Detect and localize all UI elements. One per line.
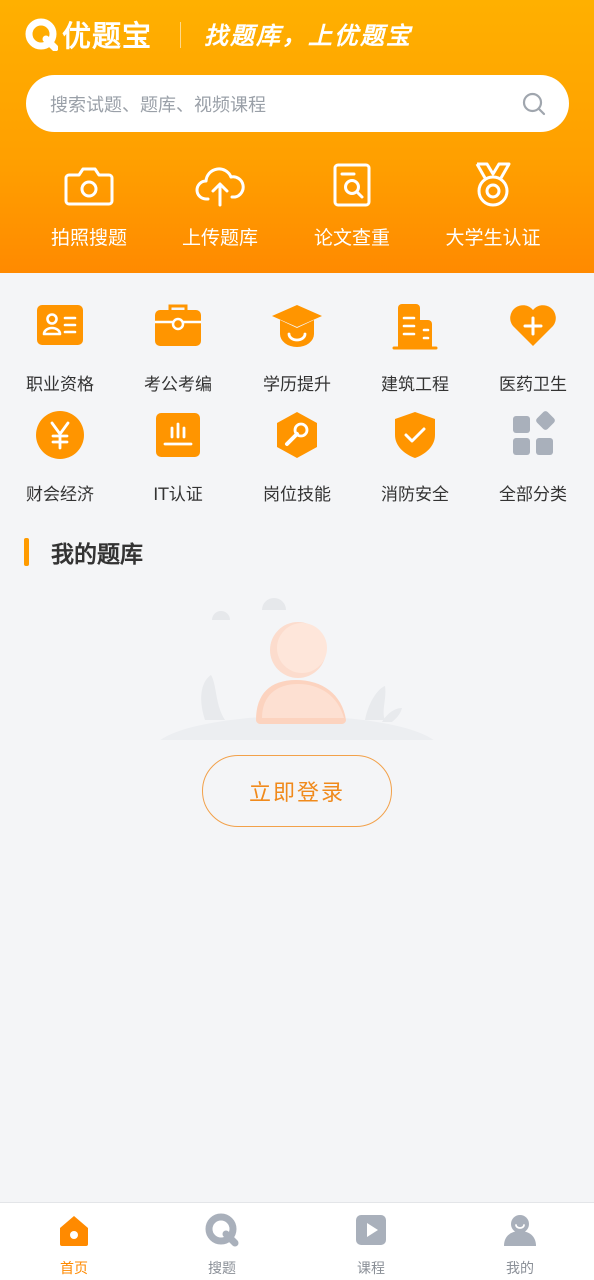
section-title: 我的题库 — [51, 542, 143, 568]
category-label: 消防安全 — [381, 485, 449, 505]
my-bank-header: 我的题库 — [24, 536, 143, 568]
action-label: 上传题库 — [181, 227, 258, 249]
grid-icon — [513, 411, 555, 455]
home-icon — [60, 1216, 88, 1246]
action-photo-search[interactable]: 拍照搜题 — [24, 155, 154, 250]
briefcase-icon — [155, 304, 201, 346]
action-student-verify[interactable]: 大学生认证 — [428, 155, 558, 250]
category-job-skills[interactable]: 岗位技能 — [238, 408, 356, 505]
category-construction[interactable]: 建筑工程 — [356, 298, 474, 395]
medal-icon — [475, 162, 511, 207]
search-input[interactable]: 搜索试题、题库、视频课程 — [50, 91, 521, 117]
tab-label: 首页 — [60, 1261, 88, 1277]
category-label: 考公考编 — [144, 375, 212, 395]
category-label: 建筑工程 — [381, 375, 449, 395]
category-civil-service[interactable]: 考公考编 — [119, 298, 237, 395]
document-search-icon — [333, 163, 371, 207]
category-label: IT认证 — [153, 485, 203, 505]
tab-label: 课程 — [357, 1261, 385, 1277]
search-icon[interactable] — [521, 91, 547, 117]
logo-text: 优题宝 — [62, 19, 153, 53]
category-it-cert[interactable]: IT认证 — [119, 408, 237, 505]
category-career-qualification[interactable]: 职业资格 — [1, 298, 119, 395]
tab-label: 我的 — [506, 1261, 534, 1277]
heart-plus-icon — [510, 305, 556, 346]
yen-icon — [36, 411, 84, 459]
header: 优题宝 找题库，上优题宝 搜索试题、题库、视频课程 拍照搜题 上传题库 论文查重… — [0, 0, 594, 273]
category-medicine[interactable]: 医药卫生 — [474, 298, 592, 395]
category-education[interactable]: 学历提升 — [238, 298, 356, 395]
category-all[interactable]: 全部分类 — [474, 408, 592, 505]
slogan: 找题库，上优题宝 — [204, 22, 412, 50]
search-bar[interactable]: 搜索试题、题库、视频课程 — [26, 75, 569, 132]
monitor-icon — [156, 413, 200, 457]
bottom-tabbar: 首页 搜题 课程 我的 — [0, 1202, 594, 1280]
play-icon — [356, 1215, 386, 1245]
search-tab-icon — [205, 1213, 239, 1247]
header-divider — [180, 22, 181, 48]
user-icon — [504, 1215, 536, 1246]
action-label: 大学生认证 — [445, 227, 541, 249]
action-upload-bank[interactable]: 上传题库 — [155, 155, 285, 250]
building-icon — [392, 304, 438, 350]
action-label: 论文查重 — [313, 227, 390, 249]
camera-icon — [64, 167, 114, 206]
logo-icon — [25, 18, 58, 51]
tab-search[interactable]: 搜题 — [148, 1203, 296, 1280]
cloud-upload-icon — [195, 167, 245, 207]
action-paper-check[interactable]: 论文查重 — [287, 155, 417, 250]
wrench-icon — [277, 412, 317, 458]
tab-label: 搜题 — [208, 1261, 236, 1277]
category-fire-safety[interactable]: 消防安全 — [356, 408, 474, 505]
graduation-cap-icon — [272, 305, 322, 347]
id-card-icon — [37, 305, 83, 345]
category-label: 财会经济 — [26, 485, 94, 505]
empty-state-illustration — [150, 598, 444, 760]
shield-check-icon — [395, 412, 435, 458]
category-label: 医药卫生 — [499, 375, 567, 395]
category-label: 岗位技能 — [263, 485, 331, 505]
category-label: 学历提升 — [263, 375, 331, 395]
action-label: 拍照搜题 — [50, 227, 127, 249]
quick-actions: 拍照搜题 上传题库 论文查重 大学生认证 — [0, 155, 594, 255]
category-label: 职业资格 — [26, 375, 94, 395]
login-button[interactable]: 立即登录 — [202, 755, 392, 827]
tab-courses[interactable]: 课程 — [297, 1203, 445, 1280]
app-logo: 优题宝 — [24, 14, 152, 54]
tab-home[interactable]: 首页 — [0, 1203, 148, 1280]
category-label: 全部分类 — [499, 485, 567, 505]
tab-profile[interactable]: 我的 — [446, 1203, 594, 1280]
section-accent-bar — [24, 538, 29, 566]
category-finance[interactable]: 财会经济 — [1, 408, 119, 505]
